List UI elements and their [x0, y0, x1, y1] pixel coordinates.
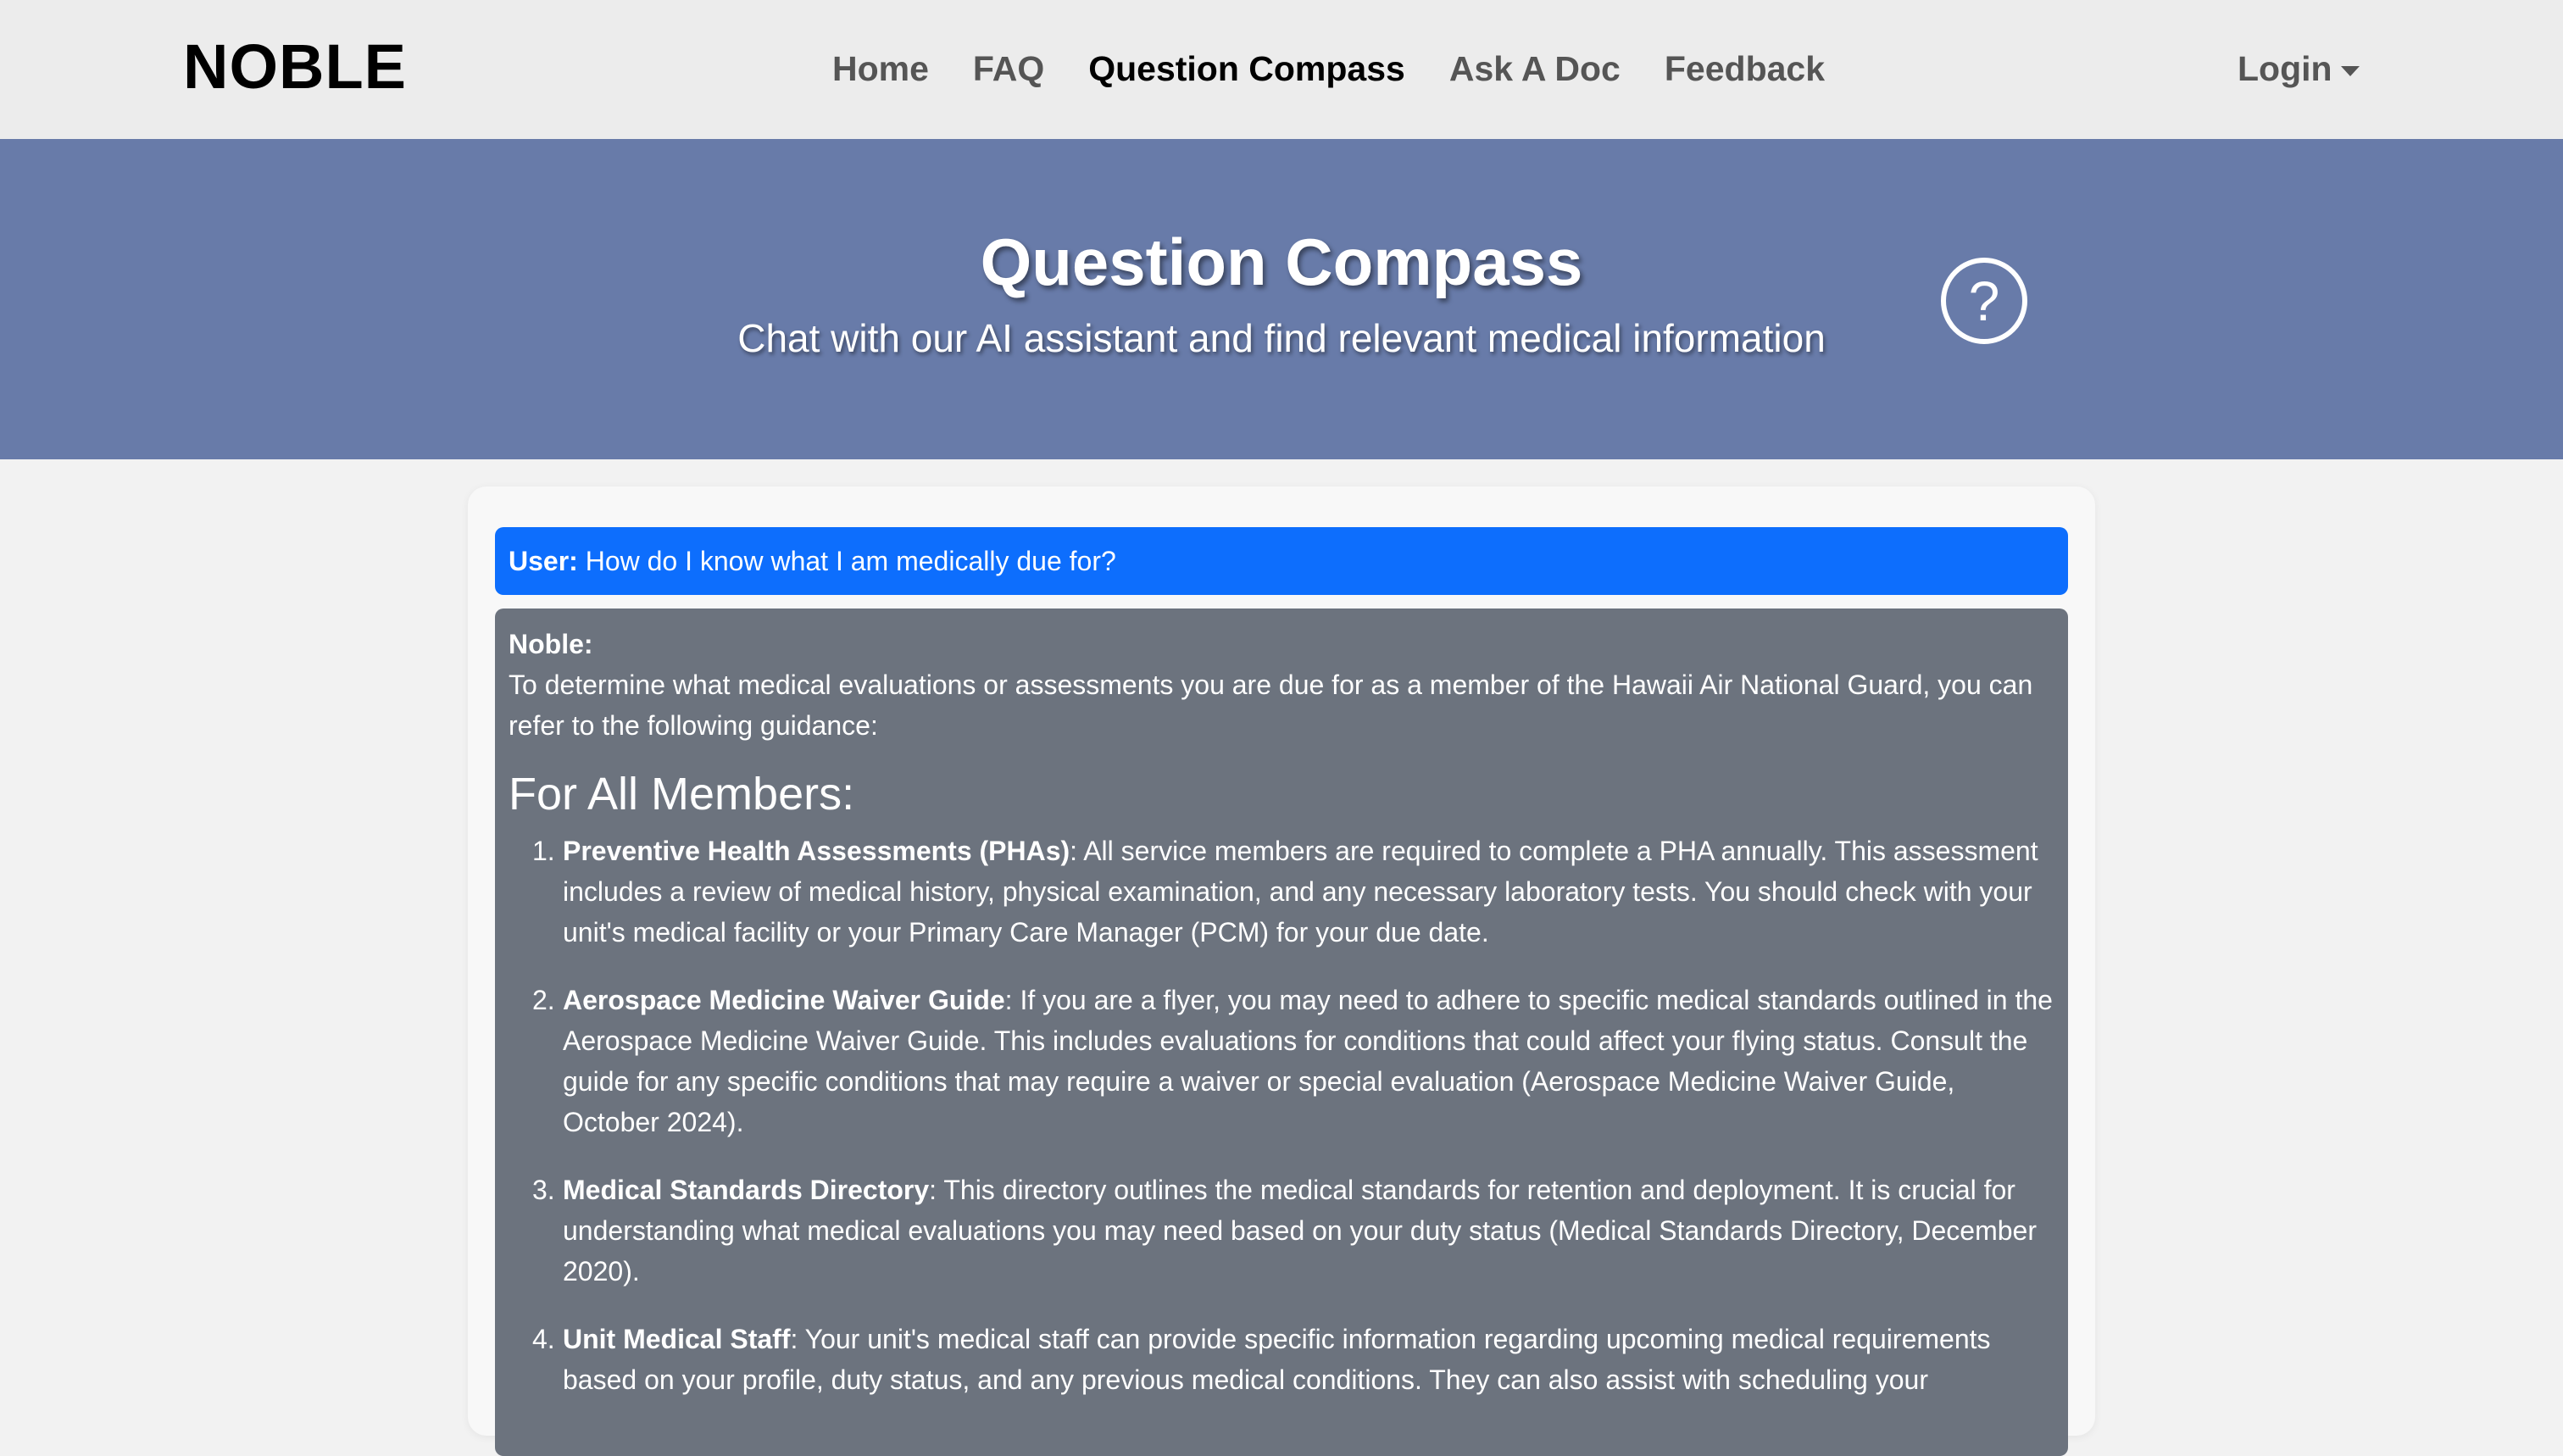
page-subtitle: Chat with our AI assistant and find rele…: [737, 316, 1826, 360]
user-message-text: How do I know what I am medically due fo…: [585, 546, 1116, 576]
list-number: 2.: [532, 985, 555, 1015]
list-number: 4.: [532, 1324, 555, 1354]
caret-down-icon: [2340, 65, 2360, 76]
nav-question-compass[interactable]: Question Compass: [1088, 49, 1405, 93]
nav-faq[interactable]: FAQ: [973, 49, 1044, 93]
bot-message: Noble: To determine what medical evaluat…: [495, 609, 2068, 1456]
hero-banner: Question Compass Chat with our AI assist…: [0, 139, 2563, 459]
list-number: 1.: [532, 836, 555, 866]
user-label: User:: [509, 546, 578, 576]
list-item-title: Preventive Health Assessments (PHAs): [563, 836, 1070, 866]
brand-logo[interactable]: NOBLE: [183, 31, 407, 103]
nav-ask-a-doc[interactable]: Ask A Doc: [1449, 49, 1621, 93]
list-item: 3. Medical Standards Directory: This dir…: [509, 1170, 2054, 1292]
chat-card: User: How do I know what I am medically …: [468, 486, 2095, 1456]
list-item: 1. Preventive Health Assessments (PHAs):…: [509, 831, 2054, 953]
list-number: 3.: [532, 1175, 555, 1205]
login-dropdown[interactable]: Login: [2238, 49, 2360, 89]
nav-links: Home FAQ Question Compass Ask A Doc Feed…: [832, 49, 1825, 93]
list-item: 4. Unit Medical Staff: Your unit's medic…: [509, 1319, 2054, 1400]
nav-home[interactable]: Home: [832, 49, 929, 93]
login-label: Login: [2238, 49, 2332, 88]
bot-intro: To determine what medical evaluations or…: [509, 670, 2033, 741]
bot-label: Noble:: [509, 629, 593, 659]
user-message: User: How do I know what I am medically …: [495, 527, 2068, 595]
nav-feedback[interactable]: Feedback: [1665, 49, 1825, 93]
list-item-title: Unit Medical Staff: [563, 1324, 791, 1354]
page-title: Question Compass: [980, 225, 1583, 299]
bot-heading: For All Members:: [509, 769, 855, 820]
bot-list: 1. Preventive Health Assessments (PHAs):…: [509, 831, 2054, 1400]
navbar: NOBLE Home FAQ Question Compass Ask A Do…: [0, 0, 2563, 139]
question-circle-icon[interactable]: ?: [1941, 258, 2027, 344]
list-item-title: Aerospace Medicine Waiver Guide: [563, 985, 1005, 1015]
list-item: 2. Aerospace Medicine Waiver Guide: If y…: [509, 980, 2054, 1142]
list-item-title: Medical Standards Directory: [563, 1175, 930, 1205]
